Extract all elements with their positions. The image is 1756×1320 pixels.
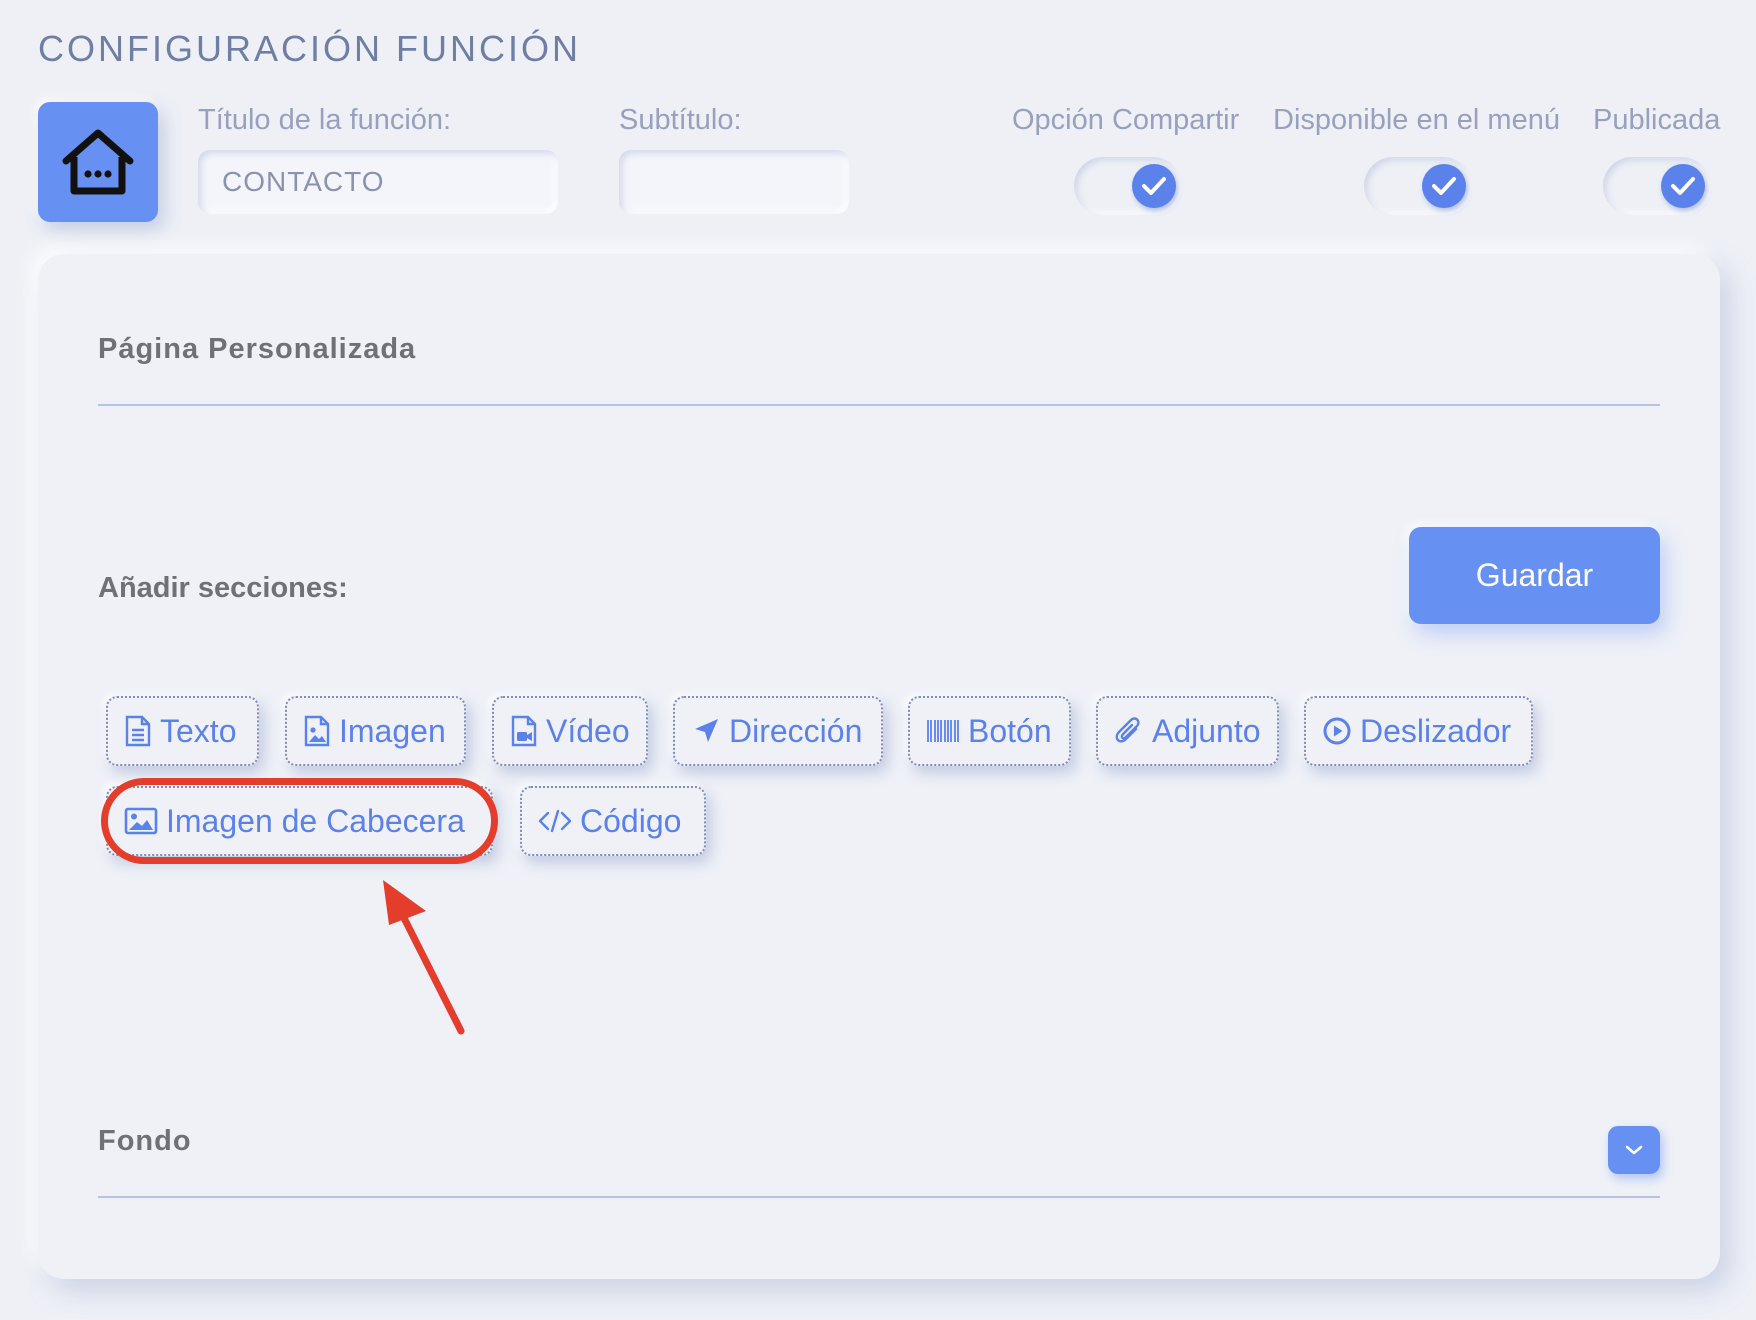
published-label: Publicada (1593, 104, 1721, 136)
add-header-image-section-button[interactable]: Imagen de Cabecera (106, 786, 493, 856)
code-icon (538, 809, 572, 833)
location-arrow-icon (695, 719, 718, 742)
custom-page-heading: Página Personalizada (98, 333, 417, 365)
function-title-label: Título de la función: (198, 104, 452, 136)
add-text-section-button[interactable]: Texto (106, 696, 259, 766)
barcode-icon (927, 720, 959, 742)
function-icon-tile[interactable] (38, 102, 158, 222)
add-video-section-button[interactable]: Vídeo (492, 696, 648, 766)
picture-icon (124, 807, 158, 835)
home-icon (62, 129, 134, 195)
chip-label: Imagen de Cabecera (166, 802, 465, 839)
share-option-toggle[interactable] (1074, 157, 1182, 215)
subtitle-label: Subtítulo: (619, 104, 742, 136)
background-expand-button[interactable] (1608, 1126, 1660, 1174)
chip-label: Imagen (339, 712, 446, 749)
add-button-section-button[interactable]: Botón (908, 696, 1071, 766)
menu-available-label: Disponible en el menú (1273, 104, 1560, 136)
subtitle-input[interactable] (619, 150, 849, 214)
document-icon (125, 715, 151, 747)
save-button[interactable]: Guardar (1409, 527, 1660, 624)
chip-label: Dirección (729, 712, 863, 749)
chip-label: Texto (160, 712, 237, 749)
add-slider-section-button[interactable]: Deslizador (1304, 696, 1533, 766)
background-heading: Fondo (98, 1125, 192, 1157)
check-icon (1132, 164, 1176, 208)
page-title: CONFIGURACIÓN FUNCIÓN (38, 28, 581, 69)
published-toggle[interactable] (1603, 157, 1711, 215)
image-file-icon (304, 715, 330, 747)
chip-label: Código (580, 802, 682, 839)
paperclip-icon (1115, 717, 1140, 743)
share-option-label: Opción Compartir (1012, 104, 1240, 136)
chip-label: Botón (968, 712, 1052, 749)
function-title-input[interactable] (198, 150, 558, 214)
chip-label: Deslizador (1360, 712, 1512, 749)
video-file-icon (511, 715, 537, 747)
play-circle-icon (1323, 717, 1351, 745)
chevron-down-icon (1625, 1145, 1643, 1155)
add-image-section-button[interactable]: Imagen (285, 696, 466, 766)
check-icon (1422, 164, 1466, 208)
annotation-arrow-icon (383, 880, 465, 1035)
add-code-section-button[interactable]: Código (520, 786, 706, 856)
add-address-section-button[interactable]: Dirección (673, 696, 883, 766)
chip-label: Adjunto (1152, 712, 1261, 749)
section-divider (98, 404, 1660, 406)
chip-label: Vídeo (546, 712, 630, 749)
check-icon (1661, 164, 1705, 208)
add-sections-heading: Añadir secciones: (98, 572, 348, 604)
section-divider (98, 1196, 1660, 1198)
main-card (38, 254, 1720, 1279)
add-attachment-section-button[interactable]: Adjunto (1096, 696, 1279, 766)
menu-available-toggle[interactable] (1364, 157, 1472, 215)
